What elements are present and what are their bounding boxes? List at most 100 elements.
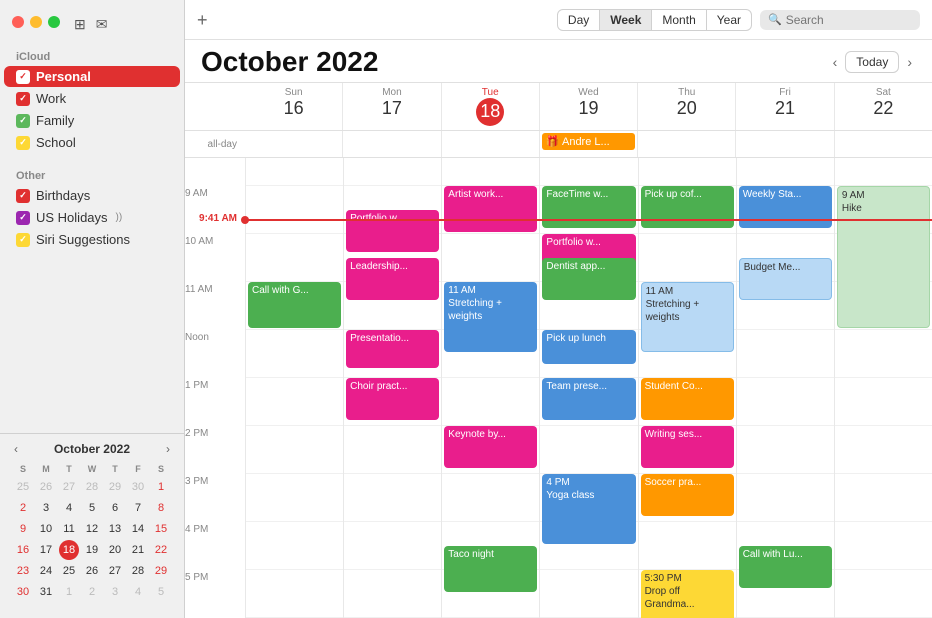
mini-cal-day[interactable]: 26 [82,561,102,581]
mini-cal-day[interactable]: 25 [59,561,79,581]
mini-cal-day[interactable]: 18 [59,540,79,560]
mini-cal-day[interactable]: 4 [128,582,148,602]
work-checkbox[interactable] [16,92,30,106]
day-col-sat[interactable]: 9 AMHike [834,158,932,618]
calendar-event[interactable]: Choir pract... [346,378,439,420]
day-header-sat[interactable]: Sat 22 [834,83,932,130]
mini-cal-day[interactable]: 3 [105,582,125,602]
mini-cal-day[interactable]: 31 [36,582,56,602]
mini-cal-day[interactable]: 22 [151,540,171,560]
calendar-event[interactable]: Portfolio w... [346,210,439,252]
day-header-thu[interactable]: Thu 20 [637,83,735,130]
sidebar-item-school[interactable]: School [4,132,180,153]
mini-cal-day[interactable]: 21 [128,540,148,560]
view-month-button[interactable]: Month [652,10,706,30]
us-holidays-checkbox[interactable] [16,211,30,225]
next-week-button[interactable]: › [903,52,916,72]
mini-cal-day[interactable]: 1 [151,477,171,497]
mini-cal-day[interactable]: 2 [13,498,33,518]
calendar-event[interactable]: 11 AMStretching +weights [641,282,734,352]
calendar-event[interactable]: Weekly Sta... [739,186,832,228]
calendar-event[interactable]: Artist work... [444,186,537,232]
calendar-event[interactable]: 11 AMStretching +weights [444,282,537,352]
mini-cal-day[interactable]: 7 [128,498,148,518]
mini-cal-day[interactable]: 5 [82,498,102,518]
mini-cal-day[interactable]: 5 [151,582,171,602]
mini-cal-day[interactable]: 14 [128,519,148,539]
time-grid-scroll[interactable]: 8 AM9 AM10 AM11 AMNoon1 PM2 PM3 PM4 PM5 … [185,158,932,618]
calendar-event[interactable]: Keynote by... [444,426,537,468]
mini-cal-day[interactable]: 17 [36,540,56,560]
mini-cal-next-button[interactable]: › [164,442,172,456]
calendar-event[interactable]: Soccer pra... [641,474,734,516]
mini-cal-day[interactable]: 29 [105,477,125,497]
view-day-button[interactable]: Day [558,10,600,30]
mini-cal-day[interactable]: 1 [59,582,79,602]
mini-cal-day[interactable]: 19 [82,540,102,560]
sidebar-item-work[interactable]: Work [4,88,180,109]
allday-cell-thu[interactable] [637,131,735,157]
allday-cell-tue[interactable] [441,131,539,157]
calendar-event[interactable]: Call with Lu... [739,546,832,588]
sidebar-icon[interactable]: ⊞ [74,16,86,33]
calendar-event[interactable]: 4 PMYoga class [542,474,635,544]
calendar-event[interactable]: 5:30 PMDrop offGrandma... [641,570,734,618]
calendar-event[interactable]: Dentist app... [542,258,635,300]
sidebar-item-birthdays[interactable]: Birthdays [4,185,180,206]
mini-cal-day[interactable]: 16 [13,540,33,560]
sidebar-item-us-holidays[interactable]: US Holidays )) [4,207,180,228]
mini-cal-day[interactable]: 25 [13,477,33,497]
birthdays-checkbox[interactable] [16,189,30,203]
mini-cal-day[interactable]: 28 [128,561,148,581]
mini-cal-day[interactable]: 30 [128,477,148,497]
calendar-event[interactable]: FaceTime w... [542,186,635,228]
school-checkbox[interactable] [16,136,30,150]
minimize-button[interactable] [30,16,42,28]
calendar-event[interactable]: Pick up lunch [542,330,635,364]
search-bar[interactable]: 🔍 [760,10,920,30]
sidebar-item-personal[interactable]: Personal [4,66,180,87]
calendar-event[interactable]: Student Co... [641,378,734,420]
search-input[interactable] [786,13,912,27]
mini-cal-day[interactable]: 3 [36,498,56,518]
sidebar-item-family[interactable]: Family [4,110,180,131]
view-week-button[interactable]: Week [600,10,652,30]
siri-checkbox[interactable] [16,233,30,247]
calendar-event[interactable]: 9 AMHike [837,186,930,328]
allday-cell-fri[interactable] [735,131,833,157]
calendar-event[interactable]: Pick up cof... [641,186,734,228]
inbox-icon[interactable]: ✉ [96,16,108,33]
prev-week-button[interactable]: ‹ [829,52,842,72]
mini-cal-day[interactable]: 9 [13,519,33,539]
sidebar-item-siri-suggestions[interactable]: Siri Suggestions [4,229,180,250]
day-col-mon[interactable]: Portfolio w...Leadership...Presentatio..… [343,158,441,618]
day-header-tue[interactable]: Tue 18 [441,83,539,130]
day-header-sun[interactable]: Sun 16 [245,83,342,130]
day-col-wed[interactable]: FaceTime w...Portfolio w...Dentist app..… [539,158,637,618]
day-col-fri[interactable]: Weekly Sta... Budget Me... Call with Lu... [736,158,834,618]
allday-cell-wed[interactable]: 🎁 Andre L... [539,131,637,157]
mini-cal-day[interactable]: 20 [105,540,125,560]
calendar-event[interactable]: Writing ses... [641,426,734,468]
mini-cal-day[interactable]: 30 [13,582,33,602]
view-year-button[interactable]: Year [707,10,751,30]
calendar-event[interactable]: Budget Me... [739,258,832,300]
mini-cal-day[interactable]: 11 [59,519,79,539]
day-header-mon[interactable]: Mon 17 [342,83,440,130]
mini-cal-day[interactable]: 10 [36,519,56,539]
mini-cal-day[interactable]: 28 [82,477,102,497]
mini-cal-day[interactable]: 24 [36,561,56,581]
calendar-event[interactable]: Taco night [444,546,537,592]
close-button[interactable] [12,16,24,28]
allday-event-andre[interactable]: 🎁 Andre L... [542,133,635,150]
maximize-button[interactable] [48,16,60,28]
mini-cal-day[interactable]: 26 [36,477,56,497]
allday-cell-sun[interactable] [245,131,342,157]
add-event-button[interactable]: + [197,11,208,29]
mini-cal-day[interactable]: 27 [59,477,79,497]
mini-cal-day[interactable]: 6 [105,498,125,518]
day-header-fri[interactable]: Fri 21 [735,83,833,130]
mini-cal-day[interactable]: 15 [151,519,171,539]
mini-cal-day[interactable]: 23 [13,561,33,581]
mini-cal-day[interactable]: 13 [105,519,125,539]
